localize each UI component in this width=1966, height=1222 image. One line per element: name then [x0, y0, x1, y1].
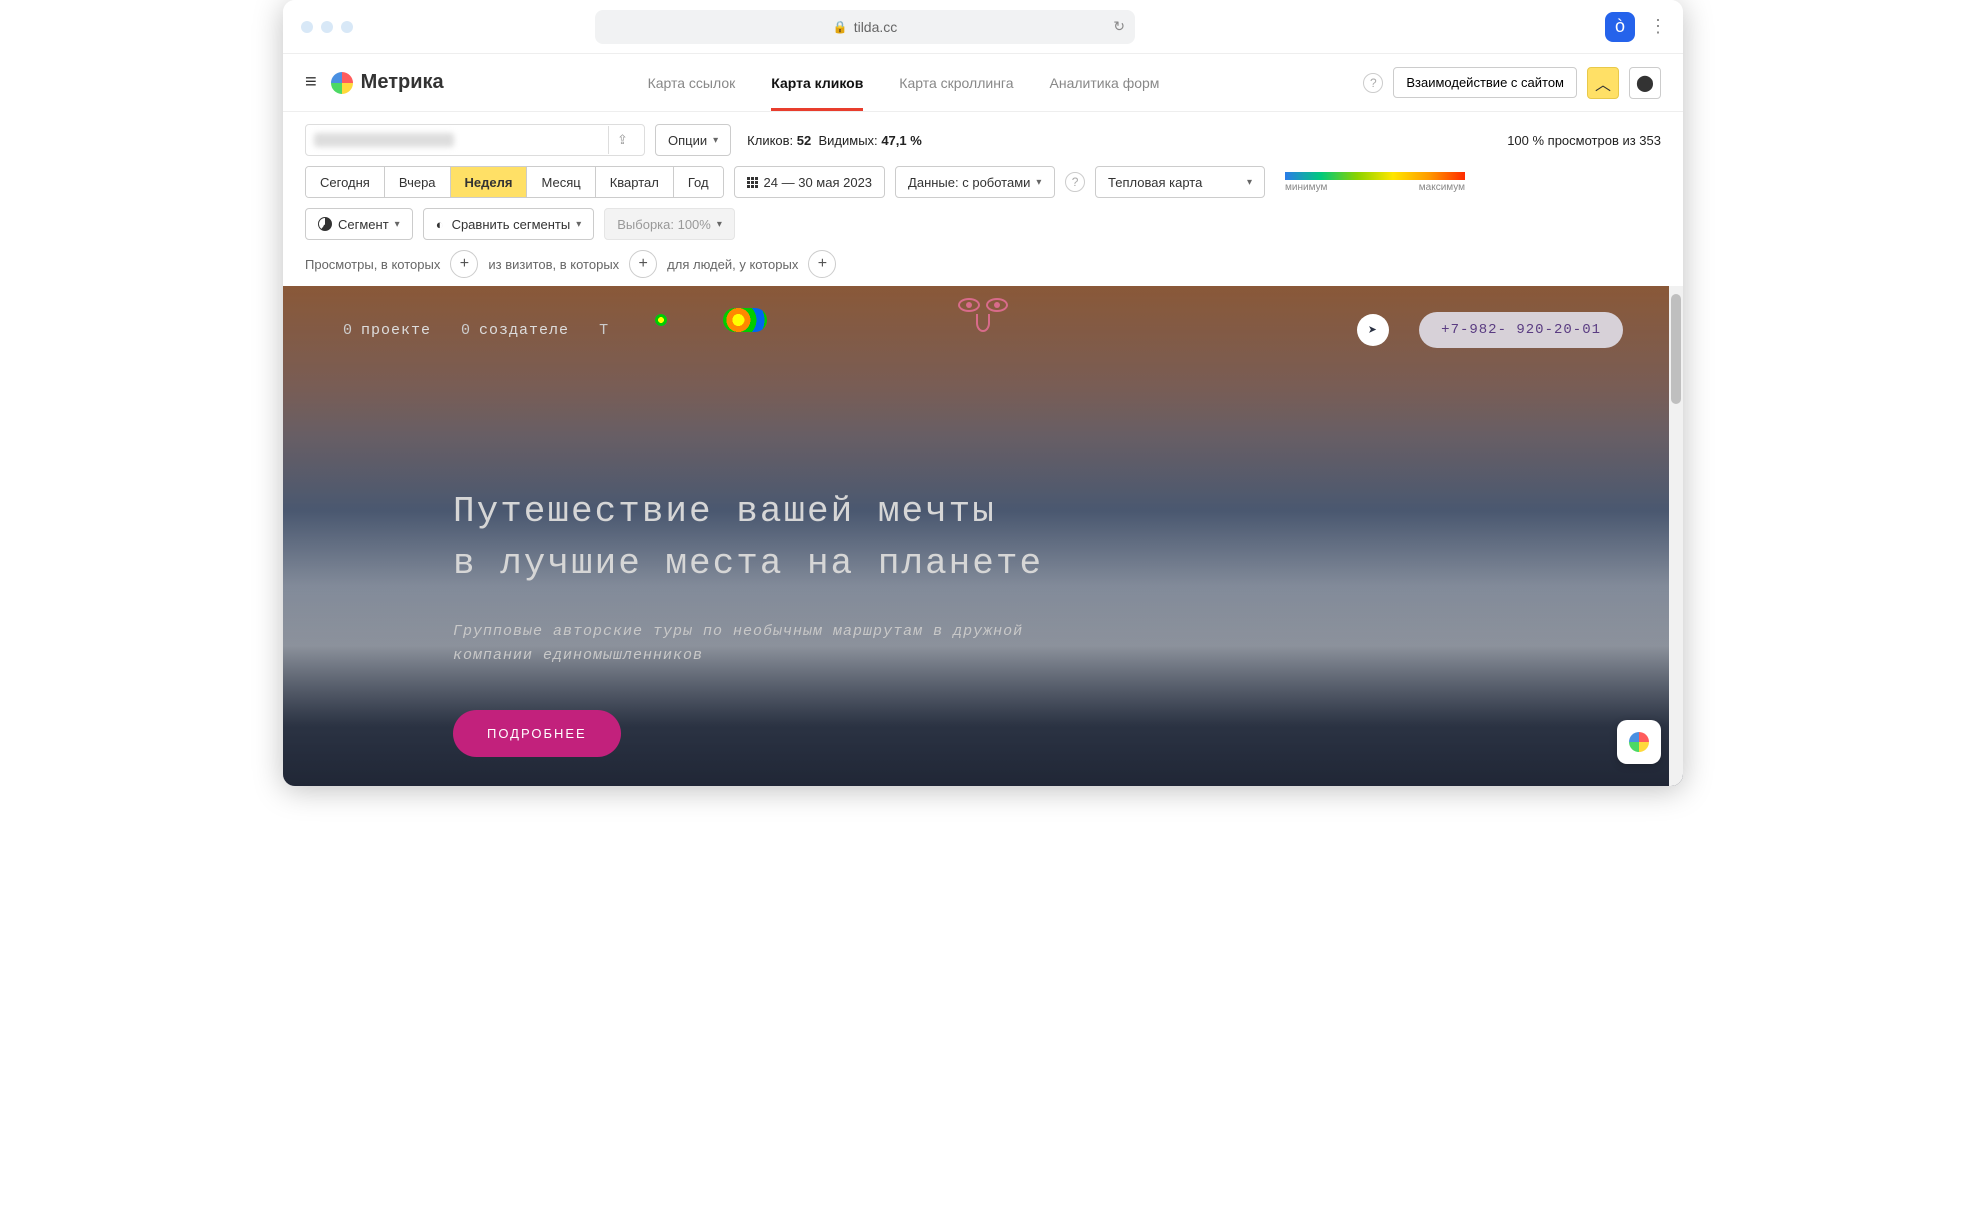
site-nav-author[interactable]: 0 создателе: [461, 322, 569, 339]
app-name: Метрика: [361, 71, 444, 94]
max-dot[interactable]: [341, 21, 353, 33]
segment-label: Сегмент: [338, 217, 389, 232]
date-range-picker[interactable]: 24 — 30 мая 2023: [734, 166, 886, 198]
metrika-float-badge[interactable]: [1617, 720, 1661, 764]
hero-title: Путешествие вашей мечты в лучшие места н…: [453, 486, 1623, 590]
pie-icon: [318, 217, 332, 231]
toolbar: ⇪ Опции ▾ Кликов: 52 Видимых: 47,1 % 100…: [283, 112, 1683, 286]
period-quarter[interactable]: Квартал: [596, 167, 674, 197]
add-views-filter[interactable]: +: [450, 250, 478, 278]
add-people-filter[interactable]: +: [808, 250, 836, 278]
refresh-icon[interactable]: ↻: [1113, 18, 1125, 35]
heat-legend: минимум максимум: [1285, 172, 1465, 193]
site-nav-t[interactable]: Т: [599, 322, 609, 339]
cta-button[interactable]: ПОДРОБНЕЕ: [453, 710, 621, 757]
help-icon[interactable]: ?: [1363, 73, 1383, 93]
heatmap-blob: [723, 308, 767, 332]
period-today[interactable]: Сегодня: [306, 167, 385, 197]
min-dot[interactable]: [321, 21, 333, 33]
browser-menu-icon[interactable]: ⋮: [1649, 16, 1665, 37]
sample-dropdown: Выборка: 100% ▾: [604, 208, 735, 240]
lock-icon: 🔒: [833, 20, 848, 34]
url-text: tilda.cc: [854, 19, 898, 35]
period-yesterday[interactable]: Вчера: [385, 167, 451, 197]
gradient-bar: [1285, 172, 1465, 180]
interact-button[interactable]: Взаимодействие с сайтом: [1393, 67, 1577, 98]
view-mode-select[interactable]: Тепловая карта ▾: [1095, 166, 1265, 198]
sample-label: Выборка: 100%: [617, 217, 711, 232]
tab-form-analytics[interactable]: Аналитика форм: [1050, 55, 1160, 111]
period-month[interactable]: Месяц: [527, 167, 595, 197]
period-year[interactable]: Год: [674, 167, 723, 197]
scrollbar-track[interactable]: [1669, 286, 1683, 786]
calendar-icon: [747, 177, 758, 188]
views-summary: 100 % просмотров из 353: [1507, 133, 1661, 148]
app-header: ≡ Метрика Карта ссылок Карта кликов Карт…: [283, 54, 1683, 112]
filter-views-label: Просмотры, в которых: [305, 257, 440, 272]
chevron-down-icon: ▾: [1247, 177, 1252, 188]
segment-dropdown[interactable]: Сегмент ▾: [305, 208, 413, 240]
site-logo-icon[interactable]: [958, 298, 1008, 332]
telegram-icon[interactable]: ➤: [1357, 314, 1389, 346]
extension-icon[interactable]: ò: [1605, 12, 1635, 42]
chevron-up-icon: ︿: [1595, 71, 1611, 95]
window-controls[interactable]: [301, 21, 353, 33]
heatmap-preview: 0 проекте 0 создателе Т ➤ +7-982- 920-20…: [283, 286, 1683, 786]
click-stats: Кликов: 52 Видимых: 47,1 %: [747, 133, 922, 148]
period-group: Сегодня Вчера Неделя Месяц Квартал Год: [305, 166, 724, 198]
browser-chrome: 🔒 tilda.cc ↻ ò ⋮: [283, 0, 1683, 54]
chevron-down-icon: ▾: [717, 219, 722, 230]
compare-icon: [436, 217, 446, 232]
hero-subtitle: Групповые авторские туры по необычным ма…: [453, 620, 1093, 668]
add-visits-filter[interactable]: +: [629, 250, 657, 278]
share-icon[interactable]: ⇪: [608, 126, 636, 154]
filter-visits-label: из визитов, в которых: [488, 257, 619, 272]
chevron-down-icon: ▾: [395, 219, 400, 230]
view-mode-label: Тепловая карта: [1108, 175, 1202, 190]
info-icon[interactable]: ?: [1065, 172, 1085, 192]
menu-icon[interactable]: ≡: [305, 71, 317, 94]
legend-min: минимум: [1285, 182, 1327, 193]
blurred-site-text: [314, 133, 454, 147]
logo-mark-icon: [331, 72, 353, 94]
options-label: Опции: [668, 133, 707, 148]
date-range-text: 24 — 30 мая 2023: [764, 175, 873, 190]
period-week[interactable]: Неделя: [451, 167, 528, 197]
tab-link-map[interactable]: Карта ссылок: [648, 55, 736, 111]
feedback-button[interactable]: ⬤: [1629, 67, 1661, 99]
chevron-down-icon: ▾: [576, 219, 581, 230]
collapse-button[interactable]: ︿: [1587, 67, 1619, 99]
close-dot[interactable]: [301, 21, 313, 33]
filter-row: Просмотры, в которых + из визитов, в кот…: [305, 250, 1661, 278]
scrollbar-thumb[interactable]: [1671, 294, 1681, 404]
options-dropdown[interactable]: Опции ▾: [655, 124, 731, 156]
hero: Путешествие вашей мечты в лучшие места н…: [453, 486, 1623, 757]
compare-label: Сравнить сегменты: [452, 217, 571, 232]
app-logo[interactable]: Метрика: [331, 71, 444, 94]
tab-scroll-map[interactable]: Карта скроллинга: [899, 55, 1013, 111]
thumb-icon: ⬤: [1636, 73, 1654, 93]
heatmap-blob: [655, 314, 667, 326]
site-nav-about[interactable]: 0 проекте: [343, 322, 431, 339]
compare-segments-dropdown[interactable]: Сравнить сегменты ▾: [423, 208, 595, 240]
address-bar[interactable]: 🔒 tilda.cc ↻: [595, 10, 1135, 44]
tab-click-map[interactable]: Карта кликов: [771, 55, 863, 111]
filter-people-label: для людей, у которых: [667, 257, 798, 272]
site-url-field[interactable]: ⇪: [305, 124, 645, 156]
data-source-label: Данные: с роботами: [908, 175, 1030, 190]
chevron-down-icon: ▾: [1036, 177, 1041, 188]
legend-max: максимум: [1419, 182, 1465, 193]
main-tabs: Карта ссылок Карта кликов Карта скроллин…: [648, 55, 1160, 111]
phone-button[interactable]: +7-982- 920-20-01: [1419, 312, 1623, 348]
chevron-down-icon: ▾: [713, 135, 718, 146]
data-source-select[interactable]: Данные: с роботами ▾: [895, 166, 1055, 198]
logo-mark-icon: [1629, 732, 1649, 752]
